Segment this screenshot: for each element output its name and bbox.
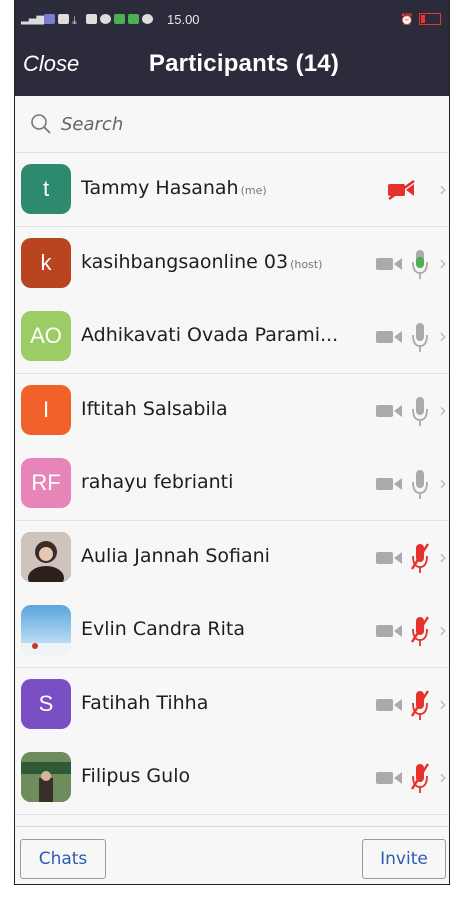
- search-bar[interactable]: [15, 96, 449, 153]
- participant-name-wrap: rahayu febrianti: [81, 471, 233, 493]
- avatar-initials: AO: [30, 323, 62, 348]
- participant-name: Filipus Gulo: [81, 765, 191, 787]
- participant-name-wrap: Adhikavati Ovada Parami...: [81, 324, 338, 346]
- line-icon: [128, 14, 139, 24]
- chevron-right-icon[interactable]: ›: [439, 324, 447, 348]
- video-camera-icon: [375, 327, 405, 347]
- app-frame: ▂▄▆ ⤓ 15.00 ⏰ Close Participants (14) t T…: [14, 0, 450, 885]
- app-green-icon: [114, 14, 125, 24]
- video-camera-icon: [375, 768, 405, 788]
- video-icon: [86, 14, 97, 24]
- avatar-initials: RF: [31, 470, 61, 495]
- participant-row[interactable]: I Iftitah Salsabila ›: [15, 373, 449, 448]
- message-icon: [58, 14, 69, 24]
- avatar-initials: I: [42, 396, 50, 422]
- avatar: S: [21, 678, 71, 729]
- battery-icon: [419, 13, 441, 25]
- status-right: ⏰: [400, 13, 441, 26]
- participant-name-wrap: Aulia Jannah Sofiani: [81, 545, 270, 567]
- chevron-right-icon[interactable]: ›: [439, 471, 447, 495]
- chevron-right-icon[interactable]: ›: [439, 692, 447, 716]
- search-input[interactable]: [59, 112, 423, 136]
- avatar-initials: t: [42, 176, 50, 201]
- status-icons: ▂▄▆ ⤓: [21, 14, 153, 27]
- page-title: Participants (14): [148, 50, 340, 77]
- status-time: 15.00: [167, 11, 200, 27]
- chevron-right-icon[interactable]: ›: [439, 545, 447, 569]
- app-icon: [44, 14, 55, 24]
- avatar: [21, 752, 71, 802]
- participant-row-partial: [15, 814, 449, 826]
- participant-role-tag: (host): [290, 257, 323, 271]
- participant-name-wrap: Filipus Gulo: [81, 765, 190, 787]
- avatar: t: [21, 164, 71, 214]
- chat-bubble-icon: [142, 14, 153, 24]
- video-camera-icon: [375, 254, 405, 274]
- invite-button[interactable]: Invite: [362, 839, 446, 879]
- mic-muted-icon: [410, 541, 430, 575]
- participant-row[interactable]: RF rahayu febrianti ›: [15, 447, 449, 521]
- chats-button[interactable]: Chats: [20, 839, 106, 879]
- participant-row[interactable]: t Tammy Hasanah (me) ›: [15, 153, 449, 227]
- microphone-icon: [410, 320, 430, 354]
- mic-muted-icon: [410, 688, 430, 722]
- participant-name-wrap: Evlin Candra Rita: [81, 618, 245, 640]
- avatar: [21, 605, 71, 655]
- status-bar: ▂▄▆ ⤓ 15.00 ⏰: [15, 0, 449, 38]
- participant-row[interactable]: k kasihbangsaonline 03 (host) ›: [15, 226, 449, 301]
- chevron-right-icon[interactable]: ›: [439, 251, 447, 275]
- participant-name: Tammy Hasanah: [81, 177, 239, 199]
- participant-name: rahayu febrianti: [81, 471, 234, 493]
- participant-list: t Tammy Hasanah (me) › k kasihbangsaonline 0…: [15, 153, 449, 826]
- video-off-icon: [387, 179, 417, 201]
- video-camera-icon: [375, 401, 405, 421]
- chevron-right-icon[interactable]: ›: [439, 398, 447, 422]
- participant-row[interactable]: Filipus Gulo ›: [15, 741, 449, 815]
- participant-name: Aulia Jannah Sofiani: [81, 544, 270, 567]
- participant-name: Iftitah Salsabila: [81, 397, 228, 420]
- mic-muted-icon: [410, 614, 430, 648]
- signal-icon: ▂▄▆: [21, 14, 45, 25]
- participant-name: Evlin Candra Rita: [81, 618, 245, 640]
- video-camera-icon: [375, 695, 405, 715]
- search-icon: [31, 114, 51, 134]
- mic-muted-icon: [410, 761, 430, 795]
- footer-bar: Chats Invite: [15, 826, 449, 884]
- avatar: AO: [21, 311, 71, 361]
- chevron-right-icon[interactable]: ›: [439, 618, 447, 642]
- chevron-right-icon[interactable]: ›: [439, 177, 447, 201]
- microphone-icon: [410, 467, 430, 501]
- participant-row[interactable]: Aulia Jannah Sofiani ›: [15, 520, 449, 595]
- avatar: [21, 531, 71, 582]
- microphone-icon: [410, 247, 430, 281]
- participant-row[interactable]: AO Adhikavati Ovada Parami... ›: [15, 300, 449, 374]
- microphone-icon: [410, 394, 430, 428]
- avatar: I: [21, 384, 71, 435]
- participant-name: Adhikavati Ovada Parami...: [81, 324, 339, 346]
- video-camera-icon: [375, 474, 405, 494]
- participant-row[interactable]: Evlin Candra Rita ›: [15, 594, 449, 668]
- avatar: RF: [21, 458, 71, 508]
- avatar-initials: S: [38, 690, 54, 716]
- avatar: k: [21, 237, 71, 288]
- alarm-icon: ⏰: [400, 12, 414, 26]
- chevron-right-icon[interactable]: ›: [439, 765, 447, 789]
- header-bar: Close Participants (14): [15, 38, 449, 96]
- participant-name-wrap: kasihbangsaonline 03 (host): [81, 251, 322, 273]
- video-camera-icon: [375, 548, 405, 568]
- participant-row[interactable]: S Fatihah Tihha ›: [15, 667, 449, 742]
- participant-name-wrap: Tammy Hasanah (me): [81, 177, 267, 199]
- participant-name: kasihbangsaonline 03: [81, 250, 289, 273]
- download-icon: ⤓: [72, 14, 77, 27]
- participant-name-wrap: Iftitah Salsabila: [81, 398, 228, 420]
- participant-name: Fatihah Tihha: [81, 691, 209, 714]
- avatar-initials: k: [40, 249, 52, 275]
- participant-role-tag: (me): [240, 184, 267, 197]
- location-icon: [100, 14, 111, 24]
- participant-name-wrap: Fatihah Tihha: [81, 692, 208, 714]
- video-camera-icon: [375, 621, 405, 641]
